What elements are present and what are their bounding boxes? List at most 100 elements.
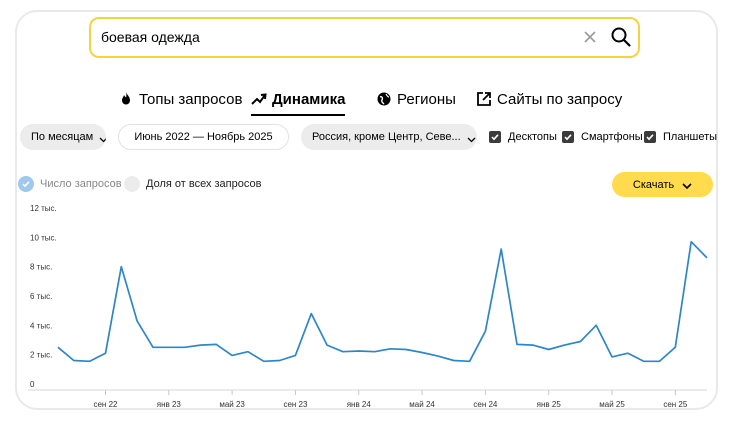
data-point (452, 359, 456, 363)
clear-icon[interactable] (581, 28, 599, 46)
chevron-down-icon (467, 134, 476, 143)
queries-line-chart: 0 2 тыс. 4 тыс. 6 тыс. 8 тыс. 10 тыс. 12 тыс. с… (28, 204, 709, 409)
fire-icon (118, 91, 134, 107)
x-tick-label: сен 25 (663, 400, 688, 409)
date-range-picker[interactable]: Июнь 2022 — Ноябрь 2025 (118, 124, 289, 150)
data-point (689, 240, 693, 244)
chevron-down-icon (682, 181, 692, 190)
data-point (357, 349, 361, 353)
search-icon[interactable] (610, 26, 632, 48)
search-input[interactable] (101, 19, 561, 56)
y-tick-label: 12 тыс. (30, 204, 57, 213)
data-point (230, 353, 234, 357)
data-point (167, 345, 171, 349)
data-point (468, 359, 472, 363)
data-point (436, 354, 440, 358)
period-group-label: По месяцам (31, 131, 94, 143)
device-smartphone-checkbox[interactable]: Смартфоны (562, 131, 643, 143)
tab-top-queries-label: Топы запросов (139, 90, 243, 108)
data-point (293, 353, 297, 357)
tab-regions-label: Регионы (397, 90, 456, 108)
x-tick-label: янв 25 (537, 400, 562, 409)
metric-count-radio[interactable]: Число запросов (18, 176, 122, 192)
data-point (563, 343, 567, 347)
data-point (515, 342, 519, 346)
data-point (499, 247, 503, 251)
y-tick-label: 0 (30, 380, 35, 389)
x-tick-label: янв 24 (347, 400, 372, 409)
radio-unchecked-icon (124, 176, 140, 192)
checkbox-checked-icon (562, 131, 574, 143)
data-point (420, 350, 424, 354)
external-link-icon (476, 91, 492, 107)
data-point (103, 351, 107, 355)
data-point (214, 342, 218, 346)
y-tick-label: 8 тыс. (30, 263, 52, 272)
data-point (610, 355, 614, 359)
data-point (56, 345, 60, 349)
data-point (198, 343, 202, 347)
tab-dynamics-label: Динамика (272, 90, 346, 108)
data-point (388, 347, 392, 351)
data-point (309, 312, 313, 316)
download-button[interactable]: Скачать (612, 172, 713, 197)
checkbox-checked-icon (489, 131, 501, 143)
metric-share-radio[interactable]: Доля от всех запросов (124, 176, 261, 192)
data-point (531, 343, 535, 347)
data-point (373, 350, 377, 354)
data-point (135, 319, 139, 323)
device-desktop-label: Десктопы (508, 131, 557, 143)
region-select[interactable]: Россия, кроме Центр, Севе... (301, 124, 477, 150)
metric-share-label: Доля от всех запросов (146, 178, 262, 190)
y-tick-label: 10 тыс. (30, 233, 57, 242)
period-group-select[interactable]: По месяцам (20, 124, 106, 150)
device-desktop-checkbox[interactable]: Десктопы (489, 131, 557, 143)
chevron-down-icon (99, 134, 106, 143)
data-point (72, 359, 76, 363)
tab-top-queries[interactable]: Топы запросов (118, 86, 242, 112)
globe-icon (376, 91, 392, 107)
data-point (578, 339, 582, 343)
search-bar[interactable] (89, 17, 640, 58)
region-label: Россия, кроме Центр, Севе... (312, 131, 461, 143)
data-point (404, 348, 408, 352)
x-tick-label: сен 23 (283, 400, 308, 409)
data-point (673, 345, 677, 349)
device-smartphone-label: Смартфоны (581, 131, 643, 143)
trend-icon (251, 91, 267, 107)
data-point (262, 359, 266, 363)
data-point (246, 350, 250, 354)
data-point (594, 323, 598, 327)
x-tick-label: сен 22 (93, 400, 118, 409)
data-point (547, 348, 551, 352)
data-point (325, 343, 329, 347)
y-tick-label: 6 тыс. (30, 292, 52, 301)
x-tick-label: май 25 (599, 400, 625, 409)
tab-sites-label: Сайты по запросу (497, 90, 623, 108)
radio-checked-icon (18, 176, 34, 192)
date-range-label: Июнь 2022 — Ноябрь 2025 (134, 131, 273, 143)
tab-dynamics[interactable]: Динамика (251, 86, 346, 116)
data-point (626, 351, 630, 355)
y-tick-label: 4 тыс. (30, 321, 52, 330)
data-point (278, 359, 282, 363)
x-tick-label: май 24 (409, 400, 435, 409)
data-point (658, 359, 662, 363)
download-label: Скачать (632, 178, 675, 191)
series-line (57, 240, 708, 363)
tab-bar: Топы запросов Динамика Регионы Сайты по … (0, 86, 732, 116)
data-point (642, 359, 646, 363)
data-point (88, 359, 92, 363)
data-point (483, 329, 487, 333)
tab-sites[interactable]: Сайты по запросу (476, 86, 622, 112)
device-tablet-checkbox[interactable]: Планшеты (644, 131, 717, 143)
device-tablet-label: Планшеты (663, 131, 718, 143)
data-point (151, 345, 155, 349)
y-tick-label: 2 тыс. (30, 351, 52, 360)
x-tick-label: янв 23 (157, 400, 182, 409)
data-point (341, 350, 345, 354)
tab-regions[interactable]: Регионы (376, 86, 456, 112)
checkbox-checked-icon (644, 131, 656, 143)
data-point (705, 256, 709, 260)
data-point (183, 345, 187, 349)
